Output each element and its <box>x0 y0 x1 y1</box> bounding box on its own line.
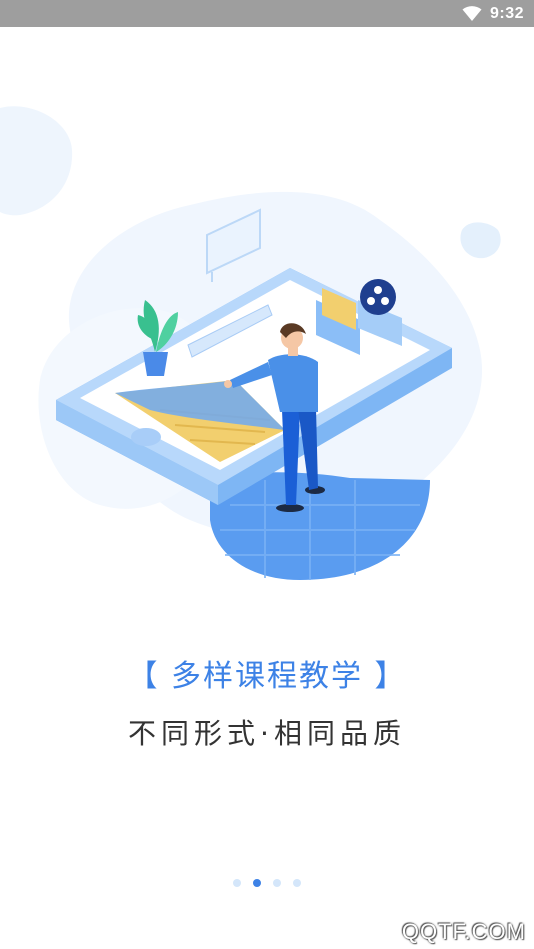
slide-subtitle: 不同形式·相同品质 <box>128 717 406 750</box>
page-dot-2-active[interactable] <box>253 879 261 887</box>
page-indicator <box>0 879 534 887</box>
status-time: 9:32 <box>489 4 524 22</box>
page-dot-4[interactable] <box>293 879 301 887</box>
page-dot-3[interactable] <box>273 879 281 887</box>
page-dot-1[interactable] <box>233 879 241 887</box>
watermark: QQTF.COM <box>401 919 526 944</box>
onboarding-illustration <box>0 106 501 580</box>
status-right: 9:32 <box>462 0 524 27</box>
status-bar: 9:32 <box>0 0 534 27</box>
wifi-icon <box>462 5 482 21</box>
onboarding-screen: 9:32 【 多样课程教学 】 不同形式·相同品质 QQTF.COM <box>0 0 534 949</box>
slide-title: 【 多样课程教学 】 <box>127 659 407 694</box>
